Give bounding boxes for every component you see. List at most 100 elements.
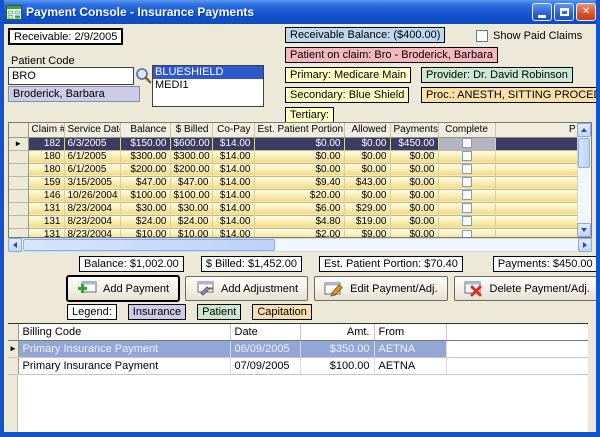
- claims-cell: $10.00: [120, 228, 170, 238]
- app-icon: [6, 5, 22, 20]
- insurance-list-item[interactable]: MEDI1: [153, 79, 263, 92]
- row-selector-cell: [9, 163, 28, 176]
- col-allowed[interactable]: Allowed: [344, 123, 390, 137]
- claims-row[interactable]: 1806/1/2005$300.00$300.00$14.00$0.00$0.0…: [9, 150, 579, 163]
- claims-row[interactable]: ►1826/3/2005$150.00$600.00$14.00$0.00$0.…: [9, 137, 579, 150]
- claims-cell: $43.00: [344, 176, 390, 189]
- col-partial[interactable]: P: [495, 123, 579, 137]
- claims-cell: $19.00: [344, 215, 390, 228]
- claims-horizontal-scrollbar[interactable]: [8, 238, 592, 252]
- col-est-patient[interactable]: Est. Patient Portion: [254, 123, 344, 137]
- claims-row[interactable]: 1806/1/2005$200.00$200.00$14.00$0.00$0.0…: [9, 163, 579, 176]
- col-billing-code[interactable]: Billing Code: [18, 324, 230, 340]
- scroll-down-button[interactable]: [577, 223, 591, 237]
- claims-cell: 159: [28, 176, 64, 189]
- scroll-right-button[interactable]: [578, 238, 592, 252]
- add-adjustment-icon: [195, 281, 215, 297]
- search-button[interactable]: [135, 67, 152, 84]
- insurance-listbox[interactable]: BLUESHIELDMEDI1: [152, 65, 264, 107]
- claims-cell: $100.00: [120, 189, 170, 202]
- complete-checkbox[interactable]: [462, 138, 472, 148]
- row-selector-cell: [9, 215, 28, 228]
- claims-cell: $9.00: [344, 228, 390, 238]
- edit-payment-button[interactable]: Edit Payment/Adj.: [314, 276, 447, 301]
- claims-cell: $0.00: [390, 189, 438, 202]
- client-area: Receivable: 2/9/2005 Receivable Balance:…: [4, 24, 596, 432]
- show-paid-claims-checkbox[interactable]: [476, 30, 488, 42]
- complete-cell: [438, 176, 495, 189]
- claims-cell: $14.00: [212, 202, 254, 215]
- patient-on-claim-tag: Patient on claim: Bro - Broderick, Barba…: [285, 47, 498, 63]
- minimize-button[interactable]: [532, 3, 552, 21]
- claims-cell: $200.00: [170, 163, 212, 176]
- col-service-date[interactable]: Service Date: [64, 123, 120, 137]
- complete-checkbox[interactable]: [462, 190, 472, 200]
- col-copay[interactable]: Co-Pay: [212, 123, 254, 137]
- col-billed[interactable]: $ Billed: [170, 123, 212, 137]
- claims-cell: 180: [28, 150, 64, 163]
- receivable-tag: Receivable: 2/9/2005: [8, 28, 123, 45]
- claims-row[interactable]: 14610/26/2004$100.00$100.00$14.00$20.00$…: [9, 189, 579, 202]
- complete-cell: [438, 137, 495, 150]
- claims-cell: $14.00: [212, 163, 254, 176]
- complete-checkbox[interactable]: [462, 151, 472, 161]
- claims-cell: 131: [28, 215, 64, 228]
- billing-code-cell: Primary Insurance Payment: [18, 357, 230, 374]
- row-selector-cell: [9, 176, 28, 189]
- legend-row: Legend: InsurancePatientCapitation: [8, 304, 312, 320]
- complete-checkbox[interactable]: [462, 216, 472, 226]
- col-claim-number[interactable]: Claim #: [28, 123, 64, 137]
- patient-code-input[interactable]: [8, 67, 134, 85]
- col-complete[interactable]: Complete: [438, 123, 495, 137]
- filler-cell: [495, 202, 579, 215]
- col-date[interactable]: Date: [230, 324, 300, 340]
- col-balance[interactable]: Balance: [120, 123, 170, 137]
- horizontal-scroll-thumb[interactable]: [23, 239, 275, 251]
- complete-cell: [438, 150, 495, 163]
- claims-cell: 10/26/2004: [64, 189, 120, 202]
- maximize-button[interactable]: [554, 3, 574, 21]
- claims-row[interactable]: 1318/23/2004$10.00$10.00$14.00$2.00$9.00…: [9, 228, 579, 238]
- claims-cell: $0.00: [390, 163, 438, 176]
- legend-item-capitation: Capitation: [252, 304, 312, 320]
- claims-row[interactable]: 1318/23/2004$30.00$30.00$14.00$6.00$29.0…: [9, 202, 579, 215]
- billing-code-cell: Primary Insurance Payment: [18, 340, 230, 357]
- col-payments[interactable]: Payments: [390, 123, 438, 137]
- insurance-list-item[interactable]: BLUESHIELD: [153, 66, 263, 79]
- complete-checkbox[interactable]: [462, 203, 472, 213]
- claims-cell: $10.00: [170, 228, 212, 238]
- date-cell: 07/09/2005: [230, 357, 300, 374]
- add-adjustment-button[interactable]: Add Adjustment: [185, 276, 308, 301]
- filler-cell: [495, 215, 579, 228]
- vertical-scroll-thumb[interactable]: [578, 138, 590, 168]
- complete-checkbox[interactable]: [462, 230, 472, 238]
- claims-row[interactable]: 1318/23/2004$24.00$24.00$14.00$4.80$19.0…: [9, 215, 579, 228]
- provider-tag: Provider: Dr. David Robinson: [421, 67, 573, 83]
- magnifier-icon: [135, 67, 152, 84]
- complete-cell: [438, 202, 495, 215]
- add-payment-button[interactable]: Add Payment: [67, 276, 179, 301]
- claims-vertical-scrollbar[interactable]: [577, 123, 591, 237]
- title-bar[interactable]: Payment Console - Insurance Payments ✕: [0, 0, 600, 24]
- legend-label: Legend:: [67, 304, 117, 320]
- delete-payment-button[interactable]: Delete Payment/Adj.: [454, 276, 600, 301]
- summary-billed: $ Billed: $1,452.00: [201, 256, 302, 272]
- complete-cell: [438, 189, 495, 202]
- claims-cell: 8/23/2004: [64, 228, 120, 238]
- complete-checkbox[interactable]: [462, 164, 472, 174]
- scroll-up-button[interactable]: [577, 123, 591, 137]
- claims-cell: $150.00: [120, 137, 170, 150]
- close-button[interactable]: ✕: [576, 3, 596, 21]
- claims-row[interactable]: 1593/15/2005$47.00$47.00$14.00$9.40$43.0…: [9, 176, 579, 189]
- delete-payment-icon: [464, 281, 484, 297]
- col-from[interactable]: From: [374, 324, 446, 340]
- col-amount[interactable]: Amt.: [300, 324, 374, 340]
- legend-item-insurance: Insurance: [128, 304, 186, 320]
- claims-cell: $200.00: [120, 163, 170, 176]
- complete-checkbox[interactable]: [462, 177, 472, 187]
- scroll-left-button[interactable]: [8, 238, 22, 252]
- claims-cell: $0.00: [390, 228, 438, 238]
- claims-cell: 182: [28, 137, 64, 150]
- payment-row[interactable]: ►Primary Insurance Payment06/09/2005$350…: [8, 340, 588, 357]
- payment-row[interactable]: Primary Insurance Payment07/09/2005$100.…: [8, 357, 588, 374]
